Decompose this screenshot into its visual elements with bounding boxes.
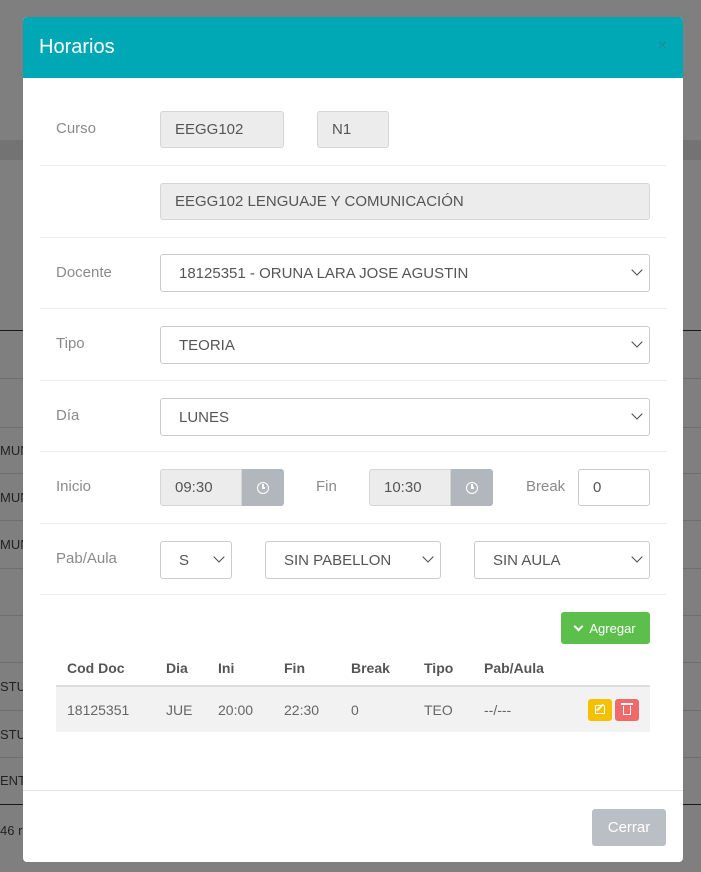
trash-icon bbox=[621, 703, 633, 715]
break-input[interactable]: 0 bbox=[578, 469, 650, 506]
pabellon-select-value: SIN PABELLON bbox=[284, 551, 392, 569]
curso-row: Curso EEGG102 N1 bbox=[40, 94, 666, 166]
delete-button[interactable] bbox=[615, 698, 639, 721]
tipo-label: Tipo bbox=[56, 335, 85, 352]
fin-label: Fin bbox=[316, 478, 337, 495]
curso-code-field: EEGG102 bbox=[160, 111, 284, 148]
fin-clock-button[interactable] bbox=[451, 469, 493, 506]
clock-icon bbox=[257, 481, 269, 494]
dia-label: Día bbox=[56, 407, 80, 424]
chevron-down-icon bbox=[422, 551, 434, 563]
edit-button[interactable] bbox=[588, 698, 612, 721]
chevron-down-icon bbox=[573, 621, 584, 631]
dia-row: Día LUNES bbox=[40, 381, 666, 452]
agregar-button-label: Agregar bbox=[589, 620, 636, 636]
pabaula-row: Pab/Aula S SIN PABELLON SIN AULA bbox=[40, 524, 666, 595]
modal-title: Horarios bbox=[39, 36, 115, 58]
cell-cod-doc: 18125351 bbox=[56, 686, 155, 732]
column-header-tipo: Tipo bbox=[413, 651, 473, 687]
tipo-row: Tipo TEORIA bbox=[40, 309, 666, 381]
column-header-actions bbox=[571, 651, 650, 687]
aula-select[interactable]: SIN AULA bbox=[474, 541, 650, 579]
cell-ini: 20:00 bbox=[207, 686, 273, 732]
tipo-select-value: TEORIA bbox=[179, 336, 235, 354]
column-header-ini: Ini bbox=[207, 651, 273, 687]
pabellon-select[interactable]: SIN PABELLON bbox=[265, 541, 441, 579]
fin-time-input[interactable]: 10:30 bbox=[369, 469, 451, 506]
cell-tipo: TEO bbox=[413, 686, 473, 732]
column-header-break: Break bbox=[340, 651, 413, 687]
sede-select[interactable]: S bbox=[160, 541, 232, 579]
curso-name-row: EEGG102 LENGUAJE Y COMUNICACIÓN bbox=[40, 166, 666, 238]
docente-select-value: 18125351 - ORUNA LARA JOSE AGUSTIN bbox=[179, 264, 469, 282]
inicio-clock-button[interactable] bbox=[242, 469, 284, 506]
dia-select-value: LUNES bbox=[179, 408, 230, 426]
table-header-row: Cod Doc Dia Ini Fin Break Tipo Pab/Aula bbox=[56, 651, 650, 687]
column-header-cod-doc: Cod Doc bbox=[56, 651, 155, 687]
inicio-label: Inicio bbox=[56, 478, 92, 495]
pabaula-label: Pab/Aula bbox=[56, 550, 117, 567]
horarios-modal: Horarios × Curso EEGG102 N1 EEGG102 LENG… bbox=[23, 17, 683, 862]
chevron-down-icon bbox=[631, 408, 643, 420]
chevron-down-icon bbox=[631, 264, 643, 276]
dia-select[interactable]: LUNES bbox=[160, 398, 650, 436]
close-icon[interactable]: × bbox=[658, 37, 667, 55]
chevron-down-icon bbox=[631, 551, 643, 563]
cell-pab-aula: --/--- bbox=[473, 686, 571, 732]
cell-fin: 22:30 bbox=[273, 686, 340, 732]
modal-footer: Cerrar bbox=[23, 790, 683, 862]
cerrar-button[interactable]: Cerrar bbox=[592, 809, 666, 846]
break-label: Break bbox=[526, 478, 566, 495]
cell-break: 0 bbox=[340, 686, 413, 732]
modal-body: Curso EEGG102 N1 EEGG102 LENGUAJE Y COMU… bbox=[23, 78, 683, 595]
modal-header: Horarios × bbox=[23, 17, 683, 78]
sede-select-value: S bbox=[179, 551, 190, 569]
time-row: Inicio 09:30 Fin 10:30 Break 0 bbox=[40, 452, 666, 524]
curso-label: Curso bbox=[56, 120, 97, 137]
chevron-down-icon bbox=[213, 551, 225, 563]
aula-select-value: SIN AULA bbox=[493, 551, 561, 569]
curso-section-field: N1 bbox=[317, 111, 389, 148]
agregar-button[interactable]: Agregar bbox=[561, 612, 650, 644]
column-header-pab-aula: Pab/Aula bbox=[473, 651, 571, 687]
docente-select[interactable]: 18125351 - ORUNA LARA JOSE AGUSTIN bbox=[160, 254, 650, 292]
column-header-fin: Fin bbox=[273, 651, 340, 687]
docente-label: Docente bbox=[56, 264, 112, 281]
cell-actions bbox=[571, 686, 650, 732]
clock-icon bbox=[466, 481, 478, 494]
tipo-select[interactable]: TEORIA bbox=[160, 326, 650, 364]
schedule-table: Cod Doc Dia Ini Fin Break Tipo Pab/Aula … bbox=[56, 651, 650, 732]
cell-dia: JUE bbox=[155, 686, 207, 732]
docente-row: Docente 18125351 - ORUNA LARA JOSE AGUST… bbox=[40, 238, 666, 309]
chevron-down-icon bbox=[631, 336, 643, 348]
column-header-dia: Dia bbox=[155, 651, 207, 687]
table-row: 18125351 JUE 20:00 22:30 0 TEO --/--- bbox=[56, 686, 650, 732]
edit-icon bbox=[595, 705, 605, 714]
inicio-time-input[interactable]: 09:30 bbox=[160, 469, 242, 506]
curso-name-field: EEGG102 LENGUAJE Y COMUNICACIÓN bbox=[160, 183, 650, 220]
